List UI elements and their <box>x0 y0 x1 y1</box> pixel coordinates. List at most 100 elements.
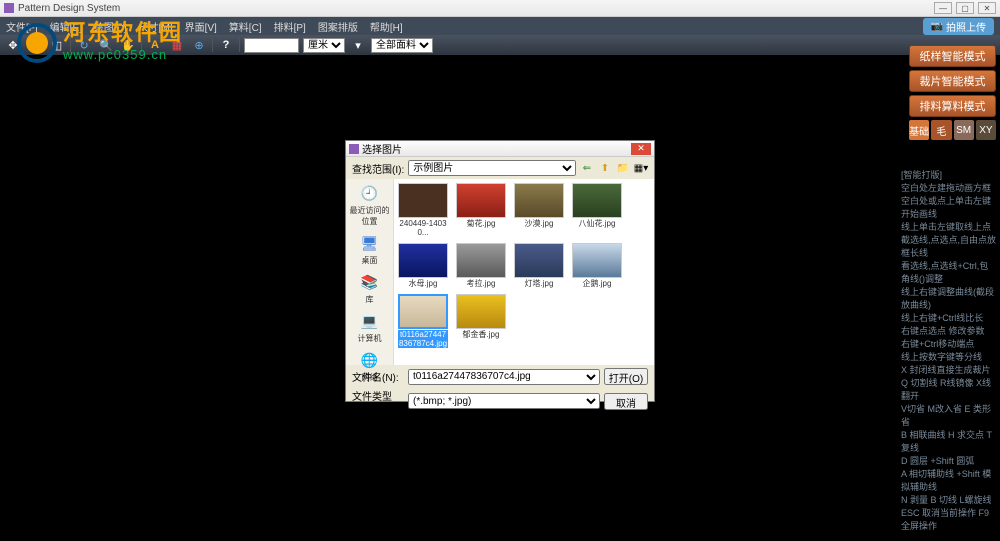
watermark: 河东软件园 www.pc0359.cn <box>15 15 183 62</box>
mode-cut[interactable]: 裁片智能模式 <box>909 70 996 92</box>
file-item[interactable]: 灯塔.jpg <box>514 243 564 288</box>
sub-sm[interactable]: SM <box>954 120 974 140</box>
thumbnail <box>398 243 448 278</box>
material-select[interactable]: 全部面料 <box>371 38 433 53</box>
file-name: t0116a27447836787c4.jpg <box>398 330 448 348</box>
watermark-logo-icon <box>17 23 57 63</box>
maximize-button[interactable]: ▢ <box>956 2 974 14</box>
file-name: 八仙花.jpg <box>572 219 622 228</box>
sub-base[interactable]: 基础 <box>909 120 929 140</box>
new-folder-icon[interactable]: 📁 <box>616 161 630 175</box>
thumbnail <box>456 183 506 218</box>
menu-layout[interactable]: 排料[P] <box>274 19 306 34</box>
file-item[interactable]: 八仙花.jpg <box>572 183 622 237</box>
file-name: 菊花.jpg <box>456 219 506 228</box>
minimize-button[interactable]: — <box>934 2 952 14</box>
help-line: [智能打版] <box>901 169 996 182</box>
help-line: 线上右键+Ctrl线比长 <box>901 312 996 325</box>
watermark-text: 河东软件园 <box>63 15 183 47</box>
app-icon <box>4 3 14 13</box>
file-name: 沙漠.jpg <box>514 219 564 228</box>
file-item[interactable]: 菊花.jpg <box>456 183 506 237</box>
help-line: X 封闭线直接生成裁片 <box>901 364 996 377</box>
file-item[interactable]: 企鹅.jpg <box>572 243 622 288</box>
thumbnail <box>456 243 506 278</box>
file-item[interactable]: 郁金香.jpg <box>456 294 506 348</box>
file-list[interactable]: 240449-14030... 菊花.jpg 沙漠.jpg 八仙花.jpg 水母.jpg… <box>394 179 654 365</box>
file-item[interactable]: t0116a27447836787c4.jpg <box>398 294 448 348</box>
view-menu-icon[interactable]: ▦▾ <box>634 161 648 175</box>
file-name: 企鹅.jpg <box>572 279 622 288</box>
watermark-url: www.pc0359.cn <box>63 47 183 62</box>
thumbnail <box>514 183 564 218</box>
cancel-button[interactable]: 取消 <box>604 393 648 410</box>
help-line: 右键点选点 修改参数 <box>901 325 996 338</box>
open-button[interactable]: 打开(O) <box>604 368 648 385</box>
help-line: B 相联曲线 H 求交点 T复线 <box>901 429 996 455</box>
mode-nest[interactable]: 排料算料模式 <box>909 95 996 117</box>
help-line: 线上按数字键等分线 <box>901 351 996 364</box>
help-panel: [智能打版]空白处左建拖动画方框空白处或点上单击左键开始画线线上单击左键取线上点… <box>901 169 996 533</box>
help-line: 截选线,点选点,自由点放框长线 <box>901 234 996 260</box>
file-name: 灯塔.jpg <box>514 279 564 288</box>
place-desktop[interactable]: 🖥桌面 <box>346 233 393 266</box>
menu-view[interactable]: 界面[V] <box>185 19 217 34</box>
menu-pattern[interactable]: 图案排版 <box>318 19 358 34</box>
place-computer[interactable]: 💻计算机 <box>346 311 393 344</box>
help-line: ESC 取消当前操作 F9 全屏操作 <box>901 507 996 533</box>
filetype-select[interactable]: (*.bmp; *.jpg) <box>408 393 600 409</box>
dropdown-icon[interactable]: ▾ <box>349 37 367 53</box>
tool-help-icon[interactable]: ? <box>217 37 235 53</box>
menu-help[interactable]: 帮助[H] <box>370 19 403 34</box>
back-icon[interactable]: ⇐ <box>580 161 594 175</box>
file-name: 考拉.jpg <box>456 279 506 288</box>
look-in-select[interactable]: 示例图片 <box>408 160 576 176</box>
file-item[interactable]: 考拉.jpg <box>456 243 506 288</box>
file-name: 郁金香.jpg <box>456 330 506 339</box>
place-libraries[interactable]: 📚库 <box>346 272 393 305</box>
file-name: 水母.jpg <box>398 279 448 288</box>
dialog-titlebar: 选择图片 ✕ <box>346 141 654 157</box>
upload-photo-button[interactable]: 📷 拍照上传 <box>923 18 994 35</box>
help-line: 看选线,点选线+Ctrl,包角线()调整 <box>901 260 996 286</box>
file-item[interactable]: 水母.jpg <box>398 243 448 288</box>
file-item[interactable]: 沙漠.jpg <box>514 183 564 237</box>
help-line: 右键+Ctrl移动端点 <box>901 338 996 351</box>
thumbnail <box>398 183 448 218</box>
close-button[interactable]: ✕ <box>978 2 996 14</box>
filename-input[interactable]: t0116a27447836707c4.jpg <box>408 369 600 385</box>
dialog-icon <box>349 144 359 154</box>
dialog-close-button[interactable]: ✕ <box>631 143 651 155</box>
thumbnail <box>572 183 622 218</box>
up-icon[interactable]: ⬆ <box>598 161 612 175</box>
help-line: 空白处或点上单击左键开始画线 <box>901 195 996 221</box>
app-title: Pattern Design System <box>18 3 120 14</box>
width-input[interactable] <box>244 38 299 53</box>
tool-globe-icon[interactable]: ⊕ <box>190 37 208 53</box>
filename-label: 文件名(N): <box>352 369 404 384</box>
thumbnail <box>456 294 506 329</box>
thumbnail <box>572 243 622 278</box>
file-name: 240449-14030... <box>398 219 448 237</box>
menu-calc[interactable]: 算料[C] <box>229 19 262 34</box>
unit-select[interactable]: 厘米 <box>303 38 345 53</box>
camera-icon: 📷 <box>931 21 943 32</box>
dialog-title: 选择图片 <box>362 141 402 156</box>
thumbnail <box>398 294 448 329</box>
help-line: V切省 M改入省 E 类形省 <box>901 403 996 429</box>
mode-paper[interactable]: 纸样智能模式 <box>909 45 996 67</box>
help-line: 空白处左建拖动画方框 <box>901 182 996 195</box>
help-line: D 圆层 +Shift 圆弧 <box>901 455 996 468</box>
sub-xy[interactable]: XY <box>976 120 996 140</box>
places-bar: 🕘最近访问的位置 🖥桌面 📚库 💻计算机 🌐网络 <box>346 179 394 365</box>
file-item[interactable]: 240449-14030... <box>398 183 448 237</box>
help-line: A 相切辅助线 +Shift 模拟辅助线 <box>901 468 996 494</box>
side-panel: 纸样智能模式 裁片智能模式 排料算料模式 基础 毛 SM XY <box>905 42 1000 143</box>
place-recent[interactable]: 🕘最近访问的位置 <box>346 183 393 227</box>
sub-mao[interactable]: 毛 <box>931 120 951 140</box>
thumbnail <box>514 243 564 278</box>
help-line: N 剥量 B 切线 L螺旋线 <box>901 494 996 507</box>
help-line: Q 切割线 R线镜像 X线翻开 <box>901 377 996 403</box>
help-line: 线上单击左键取线上点 <box>901 221 996 234</box>
file-open-dialog: 选择图片 ✕ 查找范围(I): 示例图片 ⇐ ⬆ 📁 ▦▾ 🕘最近访问的位置 🖥… <box>345 140 655 402</box>
